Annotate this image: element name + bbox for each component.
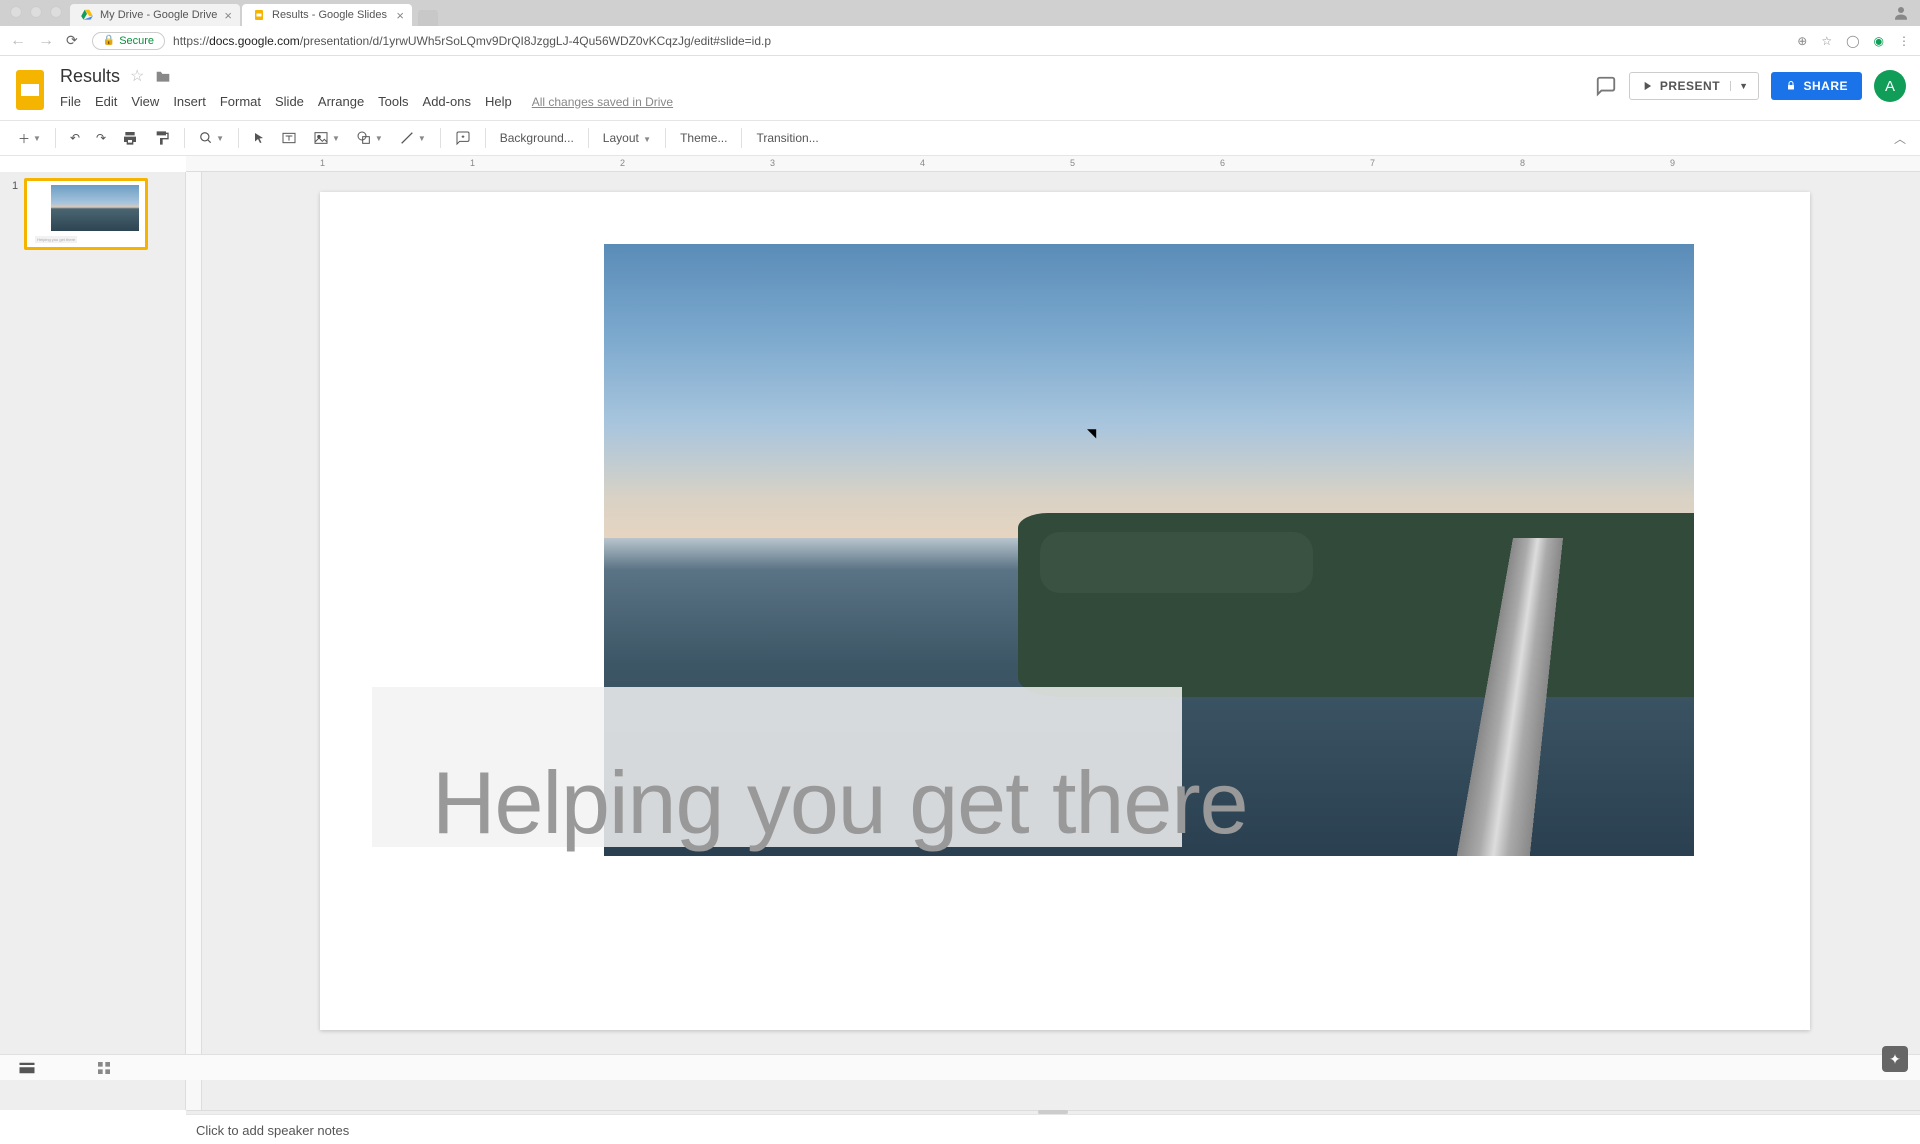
line-tool[interactable]: ▼ [393,126,432,150]
menu-view[interactable]: View [131,94,159,109]
menu-help[interactable]: Help [485,94,512,109]
move-to-folder-icon[interactable] [154,69,172,83]
horizontal-ruler[interactable]: 1 1 2 3 4 5 6 7 8 9 [186,156,1920,172]
close-icon[interactable]: × [224,8,232,23]
address-bar: ← → ⟳ 🔒 Secure https://docs.google.com/p… [0,26,1920,56]
secure-label: Secure [119,35,154,47]
comments-icon[interactable] [1595,75,1617,97]
drive-favicon-icon [80,8,94,22]
mac-fullscreen[interactable] [50,6,62,18]
mouse-cursor-icon: ◥ [1087,426,1096,440]
image-tool[interactable]: ▼ [307,126,346,150]
shape-tool[interactable]: ▼ [350,126,389,150]
secure-chip[interactable]: 🔒 Secure [92,32,165,50]
mac-minimize[interactable] [30,6,42,18]
reload-button[interactable]: ⟳ [66,32,78,49]
filmstrip-view-icon[interactable] [18,1061,36,1075]
speaker-notes[interactable]: Click to add speaker notes [186,1114,1920,1144]
menu-tools[interactable]: Tools [378,94,408,109]
browser-tab-bar: My Drive - Google Drive × Results - Goog… [0,0,1920,26]
present-button[interactable]: PRESENT ▼ [1629,72,1760,100]
bottom-bar [0,1054,1920,1080]
bookmark-icon[interactable]: ☆ [1821,34,1832,48]
extension-icon[interactable]: ◯ [1846,34,1859,48]
slides-favicon-icon [252,8,266,22]
menu-format[interactable]: Format [220,94,261,109]
undo-button[interactable]: ↶ [64,127,86,149]
forward-button: → [38,32,54,50]
star-icon[interactable]: ☆ [130,66,144,86]
save-status[interactable]: All changes saved in Drive [532,95,673,109]
tab-title: My Drive - Google Drive [100,9,217,21]
chrome-profile-icon[interactable] [1892,4,1910,22]
slide-title-text[interactable]: Helping you get there [432,752,1248,854]
extension-icon-2[interactable]: ◉ [1874,34,1884,48]
vertical-ruler[interactable] [186,172,202,1110]
chrome-menu-icon[interactable]: ⋮ [1898,34,1910,48]
browser-tab-drive[interactable]: My Drive - Google Drive × [70,4,240,26]
collapse-toolbar-icon[interactable]: ︿ [1894,130,1906,147]
textbox-tool[interactable] [275,126,303,150]
slides-logo-icon[interactable] [12,66,48,114]
new-tab-button[interactable] [418,10,438,26]
theme-button[interactable]: Theme... [674,127,733,149]
comment-tool[interactable] [449,126,477,150]
transition-button[interactable]: Transition... [750,127,824,149]
zoom-button[interactable]: ▼ [193,127,230,149]
toolbar: ＋▼ ↶ ↷ ▼ ▼ ▼ ▼ Background... Layout ▼ Th… [0,120,1920,156]
select-tool[interactable] [247,127,271,149]
menu-file[interactable]: File [60,94,81,109]
share-button[interactable]: SHARE [1771,72,1862,100]
background-button[interactable]: Background... [494,127,580,149]
present-dropdown-icon[interactable]: ▼ [1730,81,1748,91]
print-button[interactable] [116,126,144,150]
slide-number: 1 [12,180,18,250]
browser-tab-slides[interactable]: Results - Google Slides × [242,4,412,26]
filmstrip[interactable]: 1 Helping you get there [0,172,186,1110]
menu-insert[interactable]: Insert [173,94,206,109]
slide-canvas[interactable]: ◥ Helping you get there [320,192,1810,1030]
grid-view-icon[interactable] [96,1060,112,1076]
url-display[interactable]: https://docs.google.com/presentation/d/1… [173,34,1797,48]
menu-arrange[interactable]: Arrange [318,94,364,109]
close-icon[interactable]: × [396,8,404,23]
menu-slide[interactable]: Slide [275,94,304,109]
layout-button[interactable]: Layout ▼ [597,127,657,149]
redo-button[interactable]: ↷ [90,127,112,149]
account-avatar[interactable]: A [1874,70,1906,102]
new-slide-button[interactable]: ＋▼ [12,126,47,151]
lock-icon: 🔒 [103,35,115,46]
zoom-icon[interactable]: ⊕ [1797,34,1807,48]
docs-header: Results ☆ File Edit View Insert Format S… [0,56,1920,120]
mac-close[interactable] [10,6,22,18]
slide-thumbnail[interactable]: 1 Helping you get there [12,178,173,250]
doc-title[interactable]: Results [60,66,120,87]
menu-bar: File Edit View Insert Format Slide Arran… [60,94,673,109]
menu-edit[interactable]: Edit [95,94,117,109]
canvas-area[interactable]: ◥ Helping you get there [186,172,1920,1110]
menu-addons[interactable]: Add-ons [423,94,471,109]
explore-button[interactable]: ✦ [1882,1046,1908,1072]
back-button[interactable]: ← [10,32,26,50]
paint-format-button[interactable] [148,126,176,150]
tab-title: Results - Google Slides [272,9,387,21]
